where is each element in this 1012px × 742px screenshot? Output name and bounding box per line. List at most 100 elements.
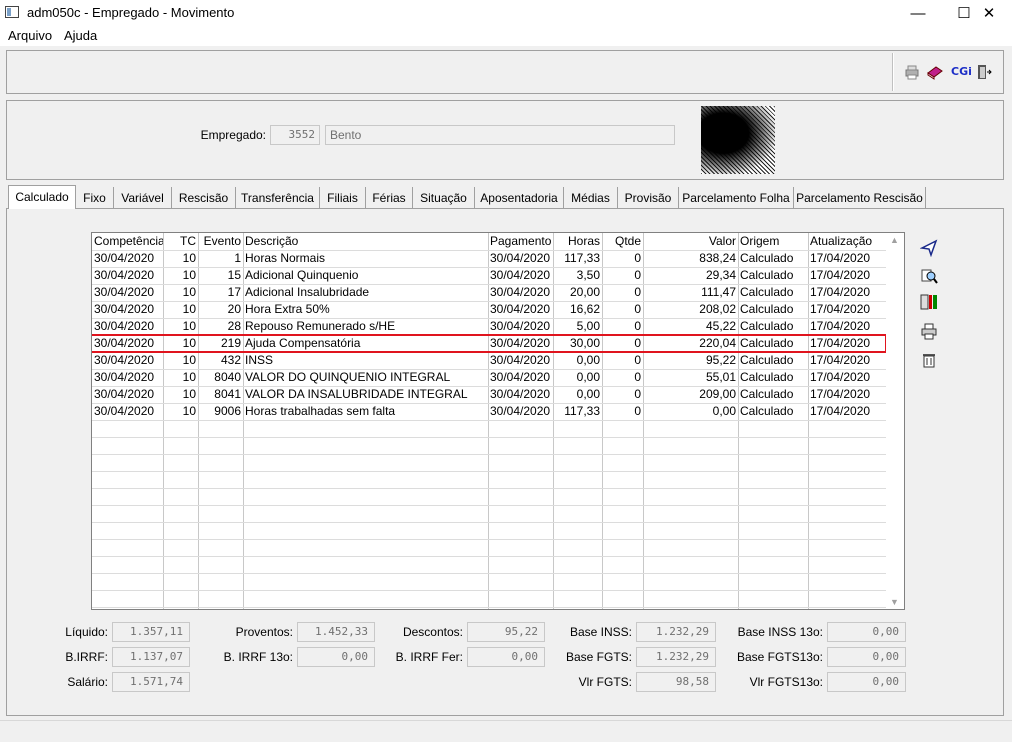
send-icon[interactable] bbox=[919, 239, 938, 258]
table-row[interactable]: 30/04/2020 10 1 Horas Normais 30/04/2020 117,… bbox=[92, 250, 888, 267]
minimize-button[interactable]: — bbox=[895, 0, 941, 27]
proventos-field[interactable]: 1.452,33 bbox=[297, 622, 375, 642]
events-table[interactable]: Competência TC Evento Descrição Pagamento Hor… bbox=[91, 232, 905, 610]
basefgts13-field[interactable]: 0,00 bbox=[827, 647, 906, 667]
basefgts13-label: Base FGTS13o: bbox=[736, 650, 823, 664]
table-cell: 0 bbox=[634, 251, 641, 265]
table-row[interactable]: 30/04/2020 10 28 Repouso Remunerado s/HE 30/… bbox=[92, 318, 888, 335]
baseinss-field[interactable]: 1.232,29 bbox=[636, 622, 716, 642]
birrf13-field[interactable]: 0,00 bbox=[297, 647, 375, 667]
table-row[interactable]: 30/04/2020 10 8040 VALOR DO QUINQUENIO INTE… bbox=[92, 369, 888, 386]
table-row[interactable]: 30/04/2020 10 17 Adicional Insalubridade 30/… bbox=[92, 284, 888, 301]
table-cell: 8041 bbox=[214, 387, 241, 401]
table-cell: 10 bbox=[182, 268, 196, 282]
table-cell: 17/04/2020 bbox=[810, 251, 871, 265]
column-header[interactable]: Horas bbox=[553, 233, 602, 250]
grid-row-divider bbox=[92, 590, 888, 591]
descontos-field[interactable]: 95,22 bbox=[467, 622, 545, 642]
printer-icon[interactable] bbox=[904, 64, 920, 80]
tab-transferencia[interactable]: Transferência bbox=[236, 187, 320, 209]
table-cell: Horas trabalhadas sem falta bbox=[245, 404, 396, 418]
table-cell: 55,01 bbox=[705, 370, 736, 384]
table-row[interactable]: 30/04/2020 10 20 Hora Extra 50% 30/04/2020 16… bbox=[92, 301, 888, 318]
print-icon[interactable] bbox=[920, 322, 938, 340]
table-cell: 0,00 bbox=[576, 370, 600, 384]
table-cell: 17/04/2020 bbox=[810, 285, 871, 299]
table-cell: 10 bbox=[182, 319, 196, 333]
tab-parcelamento-rescisao[interactable]: Parcelamento Rescisão bbox=[794, 187, 926, 209]
tab-filiais[interactable]: Filiais bbox=[320, 187, 366, 209]
tab-variavel[interactable]: Variável bbox=[114, 187, 172, 209]
column-header[interactable]: Evento bbox=[198, 233, 243, 250]
column-header[interactable]: Pagamento bbox=[488, 233, 553, 250]
liquido-field[interactable]: 1.357,11 bbox=[112, 622, 190, 642]
tab-calculado[interactable]: Calculado bbox=[8, 185, 76, 209]
table-cell: 20 bbox=[227, 302, 241, 316]
table-cell: 10 bbox=[182, 353, 196, 367]
column-header[interactable]: TC bbox=[163, 233, 198, 250]
menu-ajuda[interactable]: Ajuda bbox=[64, 28, 97, 43]
column-header[interactable]: Origem bbox=[738, 233, 808, 250]
column-header[interactable]: Competência bbox=[92, 233, 163, 250]
tab-provisao[interactable]: Provisão bbox=[618, 187, 679, 209]
table-cell: 15 bbox=[227, 268, 241, 282]
tab-parcelamento-folha[interactable]: Parcelamento Folha bbox=[679, 187, 794, 209]
table-cell: 30/04/2020 bbox=[490, 285, 551, 299]
table-cell: 0 bbox=[634, 285, 641, 299]
column-header[interactable]: Descrição bbox=[243, 233, 488, 250]
table-cell: 29,34 bbox=[705, 268, 736, 282]
cgi-icon[interactable]: CGi bbox=[951, 64, 972, 80]
table-cell: 30/04/2020 bbox=[490, 302, 551, 316]
employee-code-field[interactable]: 3552 bbox=[270, 125, 320, 145]
vlrfgts-field[interactable]: 98,58 bbox=[636, 672, 716, 692]
tab-aposentadoria[interactable]: Aposentadoria bbox=[475, 187, 564, 209]
table-cell: 10 bbox=[182, 404, 196, 418]
tab-situacao[interactable]: Situação bbox=[413, 187, 475, 209]
table-cell: 17/04/2020 bbox=[810, 404, 871, 418]
table-row[interactable]: 30/04/2020 10 432 INSS 30/04/2020 0,00 0 95,22 C… bbox=[92, 352, 888, 369]
table-cell: 30/04/2020 bbox=[94, 285, 155, 299]
book-icon[interactable] bbox=[927, 64, 943, 80]
scroll-down-icon[interactable]: ▼ bbox=[890, 597, 899, 607]
table-cell: 30/04/2020 bbox=[490, 251, 551, 265]
table-cell: 30/04/2020 bbox=[94, 353, 155, 367]
basefgts-field[interactable]: 1.232,29 bbox=[636, 647, 716, 667]
scroll-up-icon[interactable]: ▲ bbox=[890, 235, 899, 245]
salario-field[interactable]: 1.571,74 bbox=[112, 672, 190, 692]
grid-row-divider bbox=[92, 454, 888, 455]
column-header[interactable]: Qtde bbox=[602, 233, 643, 250]
birrf-field[interactable]: 1.137,07 bbox=[112, 647, 190, 667]
column-header[interactable]: Valor bbox=[643, 233, 738, 250]
trash-icon[interactable] bbox=[920, 351, 938, 369]
vlrfgts13-field[interactable]: 0,00 bbox=[827, 672, 906, 692]
app-icon bbox=[5, 6, 19, 18]
employee-photo bbox=[701, 106, 775, 174]
tab-rescisao[interactable]: Rescisão bbox=[172, 187, 236, 209]
exit-icon[interactable] bbox=[976, 64, 992, 80]
row-highlight bbox=[92, 334, 887, 353]
table-scrollbar[interactable]: ▲ ▼ bbox=[886, 233, 904, 609]
table-row[interactable]: 30/04/2020 10 9006 Horas trabalhadas sem fa… bbox=[92, 403, 888, 420]
table-row[interactable]: 30/04/2020 10 219 Ajuda Compensatória 30/04/… bbox=[92, 334, 888, 353]
table-cell: Calculado bbox=[740, 302, 794, 316]
tab-ferias[interactable]: Férias bbox=[366, 187, 413, 209]
calculator-icon[interactable] bbox=[920, 293, 938, 311]
table-cell: VALOR DO QUINQUENIO INTEGRAL bbox=[245, 370, 451, 384]
birrffer-field[interactable]: 0,00 bbox=[467, 647, 545, 667]
table-cell: 9006 bbox=[214, 404, 241, 418]
baseinss13-field[interactable]: 0,00 bbox=[827, 622, 906, 642]
table-row[interactable]: 30/04/2020 10 15 Adicional Quinquenio 30/04/… bbox=[92, 267, 888, 284]
table-cell: 3,50 bbox=[576, 268, 600, 282]
close-button[interactable]: ✕ bbox=[966, 0, 1012, 27]
tab-medias[interactable]: Médias bbox=[564, 187, 618, 209]
column-header[interactable]: Atualização bbox=[808, 233, 888, 250]
grid-row-divider bbox=[92, 471, 888, 472]
menu-arquivo[interactable]: Arquivo bbox=[8, 28, 52, 43]
proventos-label: Proventos: bbox=[235, 625, 293, 639]
table-cell: 10 bbox=[182, 302, 196, 316]
table-cell: Repouso Remunerado s/HE bbox=[245, 319, 396, 333]
employee-name-field[interactable]: Bento bbox=[325, 125, 675, 145]
tab-fixo[interactable]: Fixo bbox=[76, 187, 114, 209]
search-icon[interactable] bbox=[920, 267, 938, 285]
table-row[interactable]: 30/04/2020 10 8041 VALOR DA INSALUBRIDADE I… bbox=[92, 386, 888, 403]
